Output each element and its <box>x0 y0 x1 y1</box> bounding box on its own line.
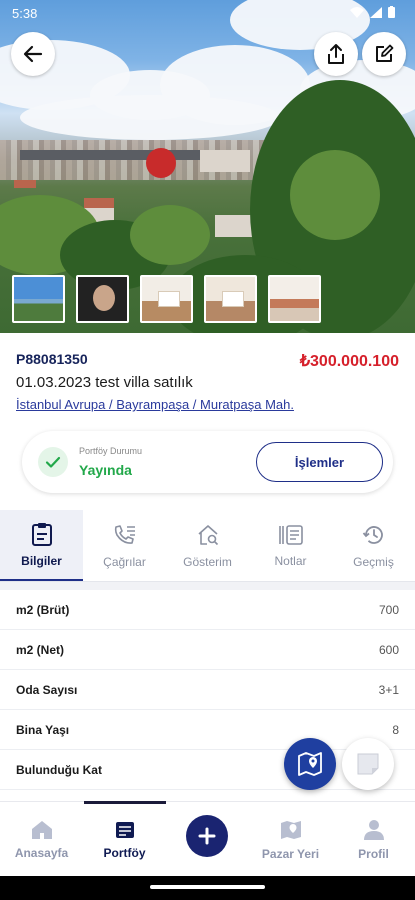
detail-key: Bina Yaşı <box>16 722 70 737</box>
tab-cagrilar[interactable]: Çağrılar <box>83 510 166 581</box>
plus-icon <box>198 827 216 845</box>
tab-notlar[interactable]: Notlar <box>249 510 332 581</box>
tab-gosterim[interactable]: Gösterim <box>166 510 249 581</box>
map-marker-icon <box>298 752 322 776</box>
tab-label: Geçmiş <box>353 554 394 569</box>
tab-label: Bilgiler <box>21 553 62 568</box>
nav-item-portfoy[interactable]: Portföy <box>83 802 166 877</box>
tab-bilgiler[interactable]: Bilgiler <box>0 510 83 581</box>
home-icon <box>31 820 52 839</box>
clipboard-icon <box>31 522 52 546</box>
section-divider <box>0 582 415 590</box>
detail-tabs: Bilgiler Çağrılar Gösterim Notlar Geçmiş <box>0 510 415 582</box>
share-icon <box>328 44 344 64</box>
status-time: 5:38 <box>12 6 38 21</box>
listing-hero-photo[interactable]: 5:38 <box>0 0 415 333</box>
actions-button[interactable]: İşlemler <box>256 442 383 482</box>
system-navigation-bar <box>0 876 415 900</box>
photo-thumbnails <box>12 275 321 323</box>
nav-item-anasayfa[interactable]: Anasayfa <box>0 802 83 877</box>
map-view-button[interactable] <box>284 738 336 790</box>
phone-list-icon <box>114 524 135 544</box>
house-search-icon <box>197 524 218 545</box>
photo-thumbnail[interactable] <box>140 275 193 323</box>
tab-label: Gösterim <box>183 554 232 569</box>
battery-icon <box>388 6 395 18</box>
brand-balloon-logo <box>146 148 176 178</box>
bottom-navigation: Anasayfa Portföy Pazar Yeri Profil <box>0 801 415 876</box>
portfolio-status-card: Portföy Durumu Yayında İşlemler <box>22 431 393 493</box>
detail-key: Bulunduğu Kat <box>16 762 102 777</box>
signal-icon <box>370 6 382 18</box>
photo-thumbnail[interactable] <box>268 275 321 323</box>
nav-label: Anasayfa <box>14 845 69 860</box>
detail-row: m2 (Net) 600 <box>0 630 415 670</box>
portfolio-icon <box>115 821 134 838</box>
detail-key: m2 (Brüt) <box>16 602 70 617</box>
listing-title: 01.03.2023 test villa satılık <box>16 374 193 391</box>
detail-value: 700 <box>378 602 399 617</box>
nav-item-pazar-yeri[interactable]: Pazar Yeri <box>249 802 332 877</box>
profile-icon <box>363 819 384 840</box>
check-icon <box>38 447 68 477</box>
share-button[interactable] <box>314 32 358 76</box>
listing-code: P88081350 <box>16 351 88 367</box>
detail-key: m2 (Net) <box>16 642 65 657</box>
edit-button[interactable] <box>362 32 406 76</box>
detail-row: m2 (Brüt) 700 <box>0 590 415 630</box>
edit-icon <box>376 44 394 62</box>
photo-thumbnail[interactable] <box>204 275 257 323</box>
listing-price: ₺300.000.100 <box>299 353 399 370</box>
nav-label: Portföy <box>103 845 146 860</box>
detail-key: Oda Sayısı <box>16 682 78 697</box>
tab-label: Notlar <box>274 553 307 568</box>
detail-value: 600 <box>378 642 399 657</box>
arrow-left-icon <box>23 45 43 63</box>
tab-gecmis[interactable]: Geçmiş <box>332 510 415 581</box>
nav-item-profil[interactable]: Profil <box>332 802 415 877</box>
home-gesture-handle[interactable] <box>150 885 265 889</box>
listing-detail-screen: 5:38 P88081350 ₺300.000.100 01.03.2023 t… <box>0 0 415 900</box>
detail-row: Oda Sayısı 3+1 <box>0 670 415 710</box>
tab-label: Çağrılar <box>103 554 146 569</box>
status-icons <box>350 6 395 18</box>
add-note-button[interactable] <box>342 738 394 790</box>
add-listing-button[interactable] <box>186 815 228 857</box>
notes-list-icon <box>278 524 303 545</box>
location-link[interactable]: İstanbul Avrupa / Bayrampaşa / Muratpaşa… <box>16 397 294 412</box>
detail-value: 3+1 <box>378 682 399 697</box>
sticky-note-icon <box>357 753 379 775</box>
nav-label: Profil <box>358 846 389 861</box>
nav-label: Pazar Yeri <box>261 846 320 861</box>
portfolio-status-label: Portföy Durumu <box>79 446 143 456</box>
map-marker-icon <box>280 820 301 839</box>
portfolio-status-value: Yayında <box>79 462 132 478</box>
photo-thumbnail[interactable] <box>12 275 65 323</box>
wifi-icon <box>350 6 364 18</box>
back-button[interactable] <box>11 32 55 76</box>
history-icon <box>362 525 383 544</box>
photo-thumbnail[interactable] <box>76 275 129 323</box>
detail-value: 8 <box>392 722 399 737</box>
